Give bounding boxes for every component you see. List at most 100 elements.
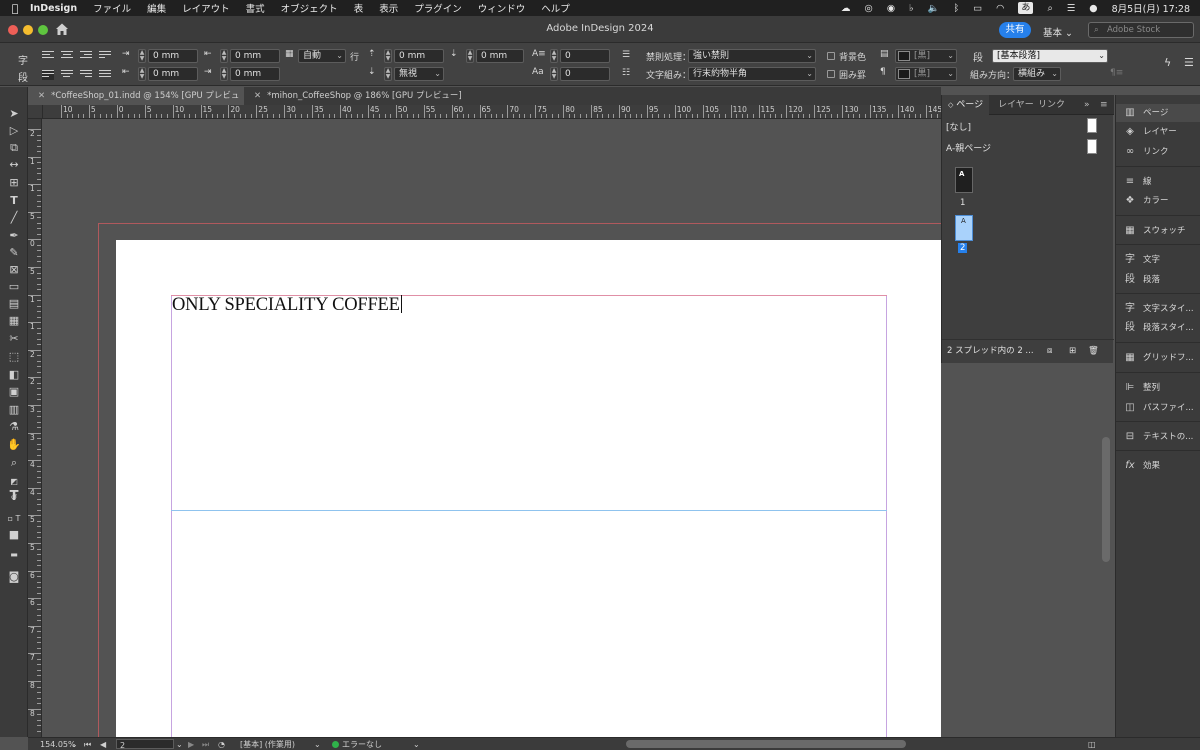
tab-links[interactable]: リンク	[1038, 95, 1065, 115]
first-page-icon[interactable]: ⏮	[84, 739, 91, 750]
text-frame[interactable]: ONLY SPECIALITY COFFEE	[172, 295, 402, 316]
dock-item-links[interactable]: ∞ リンク	[1116, 143, 1200, 161]
menu-plugins[interactable]: プラグイン	[414, 1, 462, 15]
ruler-guide[interactable]	[171, 510, 887, 511]
preflight-profile[interactable]: [基本] (作業用)	[240, 739, 295, 750]
battery-icon[interactable]: ▭	[973, 3, 982, 14]
adobe-stock-search[interactable]: ⌕ Adobe Stock	[1088, 22, 1194, 38]
last-page-icon[interactable]: ⏭	[202, 739, 209, 750]
selection-tool-icon[interactable]: ➤	[6, 106, 22, 122]
type-tool-icon[interactable]: T	[6, 193, 22, 209]
vertical-scrollbar[interactable]	[1102, 437, 1110, 562]
align-towards-spine-icon[interactable]	[99, 51, 111, 61]
dock-item-pathfinder[interactable]: ◫ パスファイ...	[1116, 399, 1200, 417]
dock-item-stroke[interactable]: ≡ 線	[1116, 173, 1200, 191]
justify-center-icon[interactable]	[61, 70, 73, 80]
justify-left-icon[interactable]	[42, 70, 54, 80]
zoom-tool-icon[interactable]: ⌕	[6, 455, 22, 471]
page-number-field[interactable]: 2	[116, 739, 174, 750]
rectangle-tool-icon[interactable]: ▭	[6, 279, 22, 295]
dock-item-swatches[interactable]: ▦ スウォッチ	[1116, 222, 1200, 240]
composer-dropdown[interactable]: 横組み ⌄	[1013, 67, 1061, 81]
siri-icon[interactable]: ●	[1089, 3, 1097, 14]
mojikumi-dropdown[interactable]: 行末約物半角 ⌄	[688, 67, 816, 81]
panel-toggle-icon[interactable]: ◫	[1088, 739, 1096, 750]
first-line-indent-field[interactable]: 0 mm	[148, 67, 198, 81]
border-checkbox[interactable]	[827, 70, 835, 78]
dock-item-effects[interactable]: fx 効果	[1116, 457, 1200, 475]
formatting-affects-text-icon[interactable]: T	[6, 489, 22, 505]
bluetooth-icon[interactable]: ᛒ	[953, 3, 959, 14]
drop-cap-chars-field[interactable]: 0	[560, 67, 610, 81]
line-tool-icon[interactable]: ╱	[6, 210, 22, 226]
panel-menu-icon[interactable]: ☰	[1184, 56, 1194, 69]
eyedropper-tool-icon[interactable]: ⚗	[6, 419, 22, 435]
grid-align-stepper[interactable]: ▲ ▼	[384, 67, 392, 81]
dock-item-character-styles[interactable]: 字文字スタイ...	[1116, 300, 1200, 318]
leading-dropdown[interactable]: 自動 ⌄	[298, 49, 346, 63]
dock-item-color[interactable]: ❖ カラー	[1116, 192, 1200, 210]
spotlight-icon[interactable]: ⌕	[1047, 3, 1052, 14]
dock-item-paragraph-styles[interactable]: 段段落スタイ...	[1116, 319, 1200, 337]
document-page[interactable]: ONLY SPECIALITY COFFEE	[116, 240, 941, 737]
page-size-icon[interactable]: ⧈	[1047, 340, 1052, 362]
direct-selection-tool-icon[interactable]: ▷	[6, 123, 22, 139]
apple-icon[interactable]: 	[0, 2, 30, 15]
drop-cap-lines-stepper[interactable]: ▲ ▼	[550, 49, 558, 63]
wifi-icon[interactable]: ◠	[996, 3, 1004, 14]
justify-all-icon[interactable]	[99, 70, 111, 80]
workspace-switcher[interactable]: 基本 ⌄	[1043, 25, 1073, 39]
border-swatch-dropdown[interactable]: [黒] ⌄	[895, 67, 957, 81]
last-line-indent-field[interactable]: 0 mm	[230, 67, 280, 81]
sync-icon[interactable]: ◉	[887, 3, 895, 14]
screen-mode-icon[interactable]: ◙	[6, 569, 22, 585]
drop-cap-chars-stepper[interactable]: ▲ ▼	[550, 67, 558, 81]
open-page-icon[interactable]: ◔	[218, 739, 225, 750]
right-indent-stepper[interactable]: ▲ ▼	[220, 49, 228, 63]
shading-checkbox[interactable]	[827, 52, 835, 60]
control-center-icon[interactable]: ☰	[1067, 3, 1076, 14]
pilcrow-icon[interactable]: ¶≡	[1110, 68, 1123, 78]
note-tool-icon[interactable]: ▥	[6, 402, 22, 418]
gap-tool-icon[interactable]: ↔	[6, 157, 22, 173]
free-transform-tool-icon[interactable]: ⬚	[6, 349, 22, 365]
parent-a-thumbnail[interactable]	[1087, 139, 1097, 154]
space-after-stepper[interactable]: ▲ ▼	[466, 49, 474, 63]
chevron-down-icon[interactable]: ⌄	[176, 739, 183, 750]
rectangle-frame-tool-icon[interactable]: ⊠	[6, 262, 22, 278]
menu-object[interactable]: オブジェクト	[281, 1, 338, 15]
frame-grid-tool-icon[interactable]: ▦	[6, 313, 22, 329]
align-left-icon[interactable]	[42, 51, 54, 61]
dock-item-paragraph[interactable]: 段段落	[1116, 271, 1200, 289]
dock-item-layers[interactable]: ◈ レイヤー	[1116, 123, 1200, 141]
ruler-origin[interactable]	[28, 105, 43, 119]
menu-layout[interactable]: レイアウト	[182, 1, 230, 15]
input-method-indicator[interactable]: あ	[1018, 2, 1034, 14]
numbering-icon[interactable]: ☷	[622, 68, 630, 78]
gradient-feather-tool-icon[interactable]: ▣	[6, 384, 22, 400]
table-tool-icon[interactable]: ▤	[6, 296, 22, 312]
none-parent-thumbnail[interactable]	[1087, 118, 1097, 133]
right-indent-field[interactable]: 0 mm	[230, 49, 280, 63]
app-name-menu[interactable]: InDesign	[30, 3, 77, 14]
dock-item-grid-format[interactable]: ▦ グリッドフ...	[1116, 349, 1200, 367]
page-tool-icon[interactable]: ⧉	[6, 140, 22, 156]
character-mode-icon[interactable]: 字	[18, 52, 28, 67]
align-center-icon[interactable]	[61, 51, 73, 61]
next-page-icon[interactable]: ▶	[188, 739, 194, 750]
share-button[interactable]: 共有	[999, 22, 1031, 38]
space-after-field[interactable]: 0 mm	[476, 49, 524, 63]
plugin-icon[interactable]: ♭	[909, 3, 913, 14]
menu-window[interactable]: ウィンドウ	[478, 1, 526, 15]
apply-color-icon[interactable]: ■	[6, 527, 22, 543]
dock-item-text-wrap[interactable]: ⊟ テキストの...	[1116, 428, 1200, 446]
new-page-icon[interactable]: ⊞	[1069, 340, 1076, 362]
menu-type[interactable]: 書式	[246, 1, 265, 15]
menu-help[interactable]: ヘルプ	[541, 1, 570, 15]
dock-item-pages[interactable]: ▥ ページ	[1116, 104, 1200, 122]
grid-align-dropdown[interactable]: 無視 ⌄	[394, 67, 444, 81]
menu-file[interactable]: ファイル	[93, 1, 131, 15]
justify-right-icon[interactable]	[80, 70, 92, 80]
pencil-tool-icon[interactable]: ✎	[6, 245, 22, 261]
chevron-down-icon[interactable]: ⌄	[71, 739, 78, 750]
